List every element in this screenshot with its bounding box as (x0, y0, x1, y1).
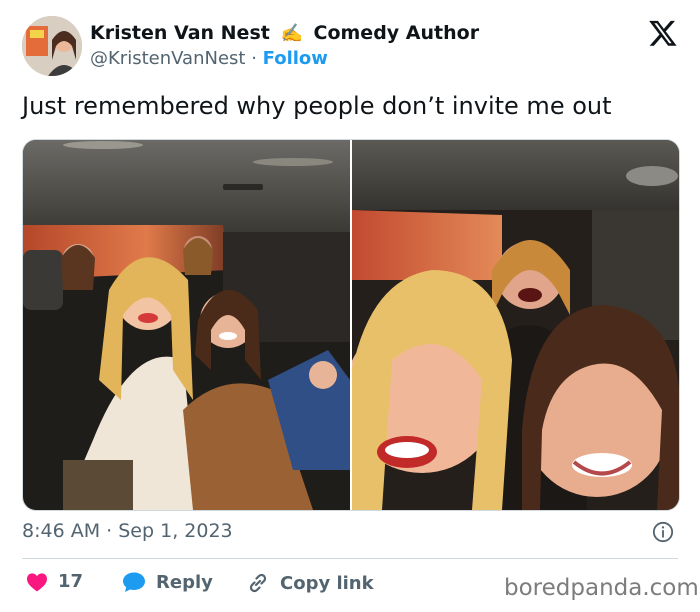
reply-bubble-icon (123, 572, 145, 592)
like-button[interactable]: 17 (26, 571, 83, 592)
handle-separator: · (251, 48, 257, 69)
close-up-selfie-in-car-photo[interactable] (344, 140, 679, 510)
avatar[interactable] (22, 16, 82, 76)
tweet-date: Sep 1, 2023 (118, 520, 233, 542)
follow-button[interactable]: Follow (263, 48, 328, 69)
copy-link-label: Copy link (280, 572, 374, 594)
author-handle-row: @KristenVanNest · Follow (90, 48, 328, 69)
heart-icon (27, 572, 47, 592)
author-name[interactable]: Kristen Van Nest ✍️ Comedy Author (90, 22, 479, 44)
tweet-media[interactable] (22, 139, 680, 511)
group-selfie-in-car-photo[interactable] (23, 140, 350, 510)
divider (22, 558, 678, 559)
author-name-part1: Kristen Van Nest (90, 22, 270, 44)
like-count: 17 (58, 571, 84, 592)
info-icon[interactable] (652, 521, 674, 543)
timestamp-separator: · (106, 520, 113, 542)
tweet-text: Just remembered why people don’t invite … (22, 92, 612, 120)
author-handle[interactable]: @KristenVanNest (90, 48, 245, 69)
tweet-header: Kristen Van Nest ✍️ Comedy Author @Krist… (22, 14, 682, 78)
copy-link-button[interactable]: Copy link (246, 571, 374, 595)
reply-label: Reply (156, 571, 213, 593)
writing-hand-icon: ✍️ (280, 23, 303, 44)
tweet-time: 8:46 AM (22, 520, 101, 542)
link-icon (249, 573, 267, 593)
watermark: boredpanda.com (504, 575, 699, 601)
x-logo-icon[interactable] (648, 18, 678, 48)
tweet-timestamp[interactable]: 8:46 AM · Sep 1, 2023 (22, 520, 233, 542)
reply-button[interactable]: Reply (122, 571, 213, 593)
author-name-part2: Comedy Author (313, 22, 480, 44)
